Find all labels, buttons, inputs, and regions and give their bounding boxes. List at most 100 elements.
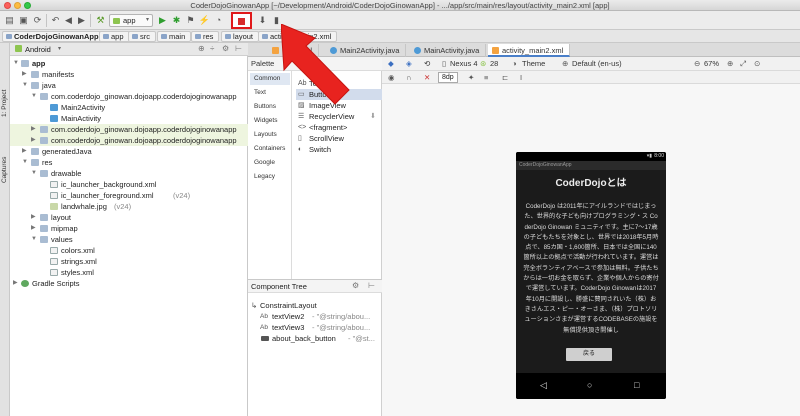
tree-item[interactable]: Ab textView2 - "@string/abou... xyxy=(248,311,382,322)
tree-item[interactable]: colors.xml xyxy=(10,245,248,256)
profile-icon[interactable]: ⚑ xyxy=(184,14,197,27)
collapse-all-icon[interactable]: ÷ xyxy=(210,44,214,53)
apply-changes-icon[interactable]: ⚡ xyxy=(198,14,211,27)
palette-widget[interactable]: ☰ RecyclerView ⬇ xyxy=(296,111,382,122)
tree-item[interactable]: ▶ com.coderdojo_ginowan.dojoapp.coderdoj… xyxy=(10,124,248,135)
sync-icon[interactable]: ⟳ xyxy=(31,14,44,27)
collapse-icon[interactable]: ▶ xyxy=(31,124,36,135)
expand-icon[interactable]: ▼ xyxy=(22,157,28,168)
default-margin-selector[interactable]: 8dp xyxy=(438,72,458,83)
download-icon[interactable]: ⬇ xyxy=(370,111,376,122)
palette-category[interactable]: Google xyxy=(250,157,290,169)
project-view-selector[interactable]: Android xyxy=(25,45,51,54)
tree-item[interactable]: ▼ drawable xyxy=(10,168,248,179)
tree-item[interactable]: ▶ generatedJava xyxy=(10,146,248,157)
api-level-selector[interactable]: 28 xyxy=(490,57,498,71)
tree-item[interactable]: strings.xml xyxy=(10,256,248,267)
tree-item[interactable]: ▼ app xyxy=(10,58,248,69)
tree-item[interactable]: about_back_button - "@st... xyxy=(248,333,382,344)
tree-item[interactable]: ▶ manifests xyxy=(10,69,248,80)
tree-item[interactable]: MainActivity xyxy=(10,113,248,124)
tree-item[interactable]: styles.xml xyxy=(10,267,248,278)
phone-preview[interactable]: ▾▮ 8:00 CoderDojoGinowanApp CoderDojoとは … xyxy=(516,152,666,399)
blueprint-icon[interactable]: ◈ xyxy=(406,57,412,71)
expand-icon[interactable]: ▼ xyxy=(31,234,37,245)
align-icon[interactable]: ⊏ xyxy=(502,71,508,84)
expand-icon[interactable]: ▼ xyxy=(22,80,28,91)
locale-selector[interactable]: Default (en-us) xyxy=(572,57,622,71)
open-folder-icon[interactable]: ▤ xyxy=(3,14,16,27)
tree-item[interactable]: ▶ com.coderdojo_ginowan.dojoapp.coderdoj… xyxy=(10,135,248,146)
about-title-text[interactable]: CoderDojoとは xyxy=(516,174,666,189)
gear-icon[interactable]: ⚙ xyxy=(352,281,359,290)
pack-icon[interactable]: ≡ xyxy=(484,71,488,84)
tree-item[interactable]: ▶ mipmap xyxy=(10,223,248,234)
stop-button[interactable] xyxy=(231,12,252,29)
sync-scroll-icon[interactable]: ⊕ xyxy=(198,44,205,53)
run-icon[interactable]: ▶ xyxy=(156,14,169,27)
collapse-icon[interactable]: ▶ xyxy=(31,223,36,234)
build-hammer-icon[interactable]: ⚒ xyxy=(94,14,107,27)
tree-item[interactable]: ▼ com.coderdojo_ginowan.dojoapp.coderdoj… xyxy=(10,91,248,102)
about-body-text[interactable]: CoderDojo は2011年にアイルランドではじまった、世界的な子ども向けプ… xyxy=(523,202,659,345)
tab-activity-main2-xml[interactable]: activity_main2.xml xyxy=(488,44,571,57)
chevron-down-icon[interactable]: ▾ xyxy=(58,45,61,52)
save-icon[interactable]: ▣ xyxy=(17,14,30,27)
tree-item[interactable]: ic_launcher_foreground.xml (v24) xyxy=(10,190,248,201)
gear-icon[interactable]: ⚙ xyxy=(222,44,229,53)
tree-item[interactable]: ic_launcher_background.xml xyxy=(10,179,248,190)
breadcrumb-project[interactable]: CoderDojoGinowanApp xyxy=(2,31,105,42)
refresh-icon[interactable]: ⊙ xyxy=(754,57,760,71)
collapse-icon[interactable]: ▶ xyxy=(31,135,36,146)
zoom-in-icon[interactable]: ⊕ xyxy=(727,57,733,71)
breadcrumb-res[interactable]: res xyxy=(191,31,220,42)
attach-debugger-icon[interactable]: ◔ xyxy=(212,14,225,27)
palette-category[interactable]: Containers xyxy=(250,143,290,155)
collapse-icon[interactable]: ▶ xyxy=(13,278,18,289)
tree-item[interactable]: ▶ Gradle Scripts xyxy=(10,278,248,289)
expand-icon[interactable]: ▼ xyxy=(31,91,37,102)
tree-item[interactable]: ▼ res xyxy=(10,157,248,168)
run-config-selector[interactable]: app ▾ xyxy=(109,14,153,27)
layers-icon[interactable]: ◆ xyxy=(388,57,394,71)
palette-widget[interactable]: <> <fragment> xyxy=(296,122,382,133)
tree-item[interactable]: ▶ layout xyxy=(10,212,248,223)
hide-panel-icon[interactable]: ⊢ xyxy=(235,44,242,53)
tree-item[interactable]: Ab textView3 - "@string/abou... xyxy=(248,322,382,333)
tree-item[interactable]: Main2Activity xyxy=(10,102,248,113)
expand-icon[interactable]: ▼ xyxy=(13,58,19,69)
palette-category[interactable]: Layouts xyxy=(250,129,290,141)
zoom-to-fit-icon[interactable]: ⤢ xyxy=(740,57,746,71)
eye-icon[interactable]: ◉ xyxy=(388,71,395,84)
infer-constraints-icon[interactable]: ✦ xyxy=(468,71,474,84)
orientation-icon[interactable]: ⟲ xyxy=(424,57,430,71)
tree-item[interactable]: ↳ ConstraintLayout xyxy=(248,300,382,311)
about-back-button[interactable]: 戻る xyxy=(566,348,612,361)
guidelines-icon[interactable]: I xyxy=(520,71,522,84)
palette-widget[interactable]: ▯ ScrollView xyxy=(296,133,382,144)
collapse-icon[interactable]: ▶ xyxy=(22,146,27,157)
back-icon[interactable]: ◀ xyxy=(62,14,75,27)
breadcrumb-app[interactable]: app xyxy=(99,31,130,42)
palette-category[interactable]: Legacy xyxy=(250,171,290,183)
breadcrumb-src[interactable]: src xyxy=(128,31,156,42)
tree-item[interactable]: landwhale.jpg (v24) xyxy=(10,201,248,212)
expand-icon[interactable]: ▼ xyxy=(31,168,37,179)
palette-category[interactable]: Widgets xyxy=(250,115,290,127)
collapse-icon[interactable]: ▶ xyxy=(22,69,27,80)
captures-tool-tab[interactable]: Captures xyxy=(1,157,8,183)
device-selector[interactable]: Nexus 4 xyxy=(450,57,478,71)
tree-item[interactable]: ▼ values xyxy=(10,234,248,245)
zoom-out-icon[interactable]: ⊖ xyxy=(694,57,700,71)
undo-icon[interactable]: ↶ xyxy=(49,14,62,27)
debug-icon[interactable]: ✱ xyxy=(170,14,183,27)
clear-constraints-icon[interactable]: ✕ xyxy=(424,71,430,84)
breadcrumb-layout[interactable]: layout xyxy=(221,31,260,42)
palette-widget[interactable]: ◐ Switch xyxy=(296,144,382,155)
collapse-icon[interactable]: ▶ xyxy=(31,212,36,223)
theme-selector[interactable]: Theme xyxy=(522,57,545,71)
hide-panel-icon[interactable]: ⊢ xyxy=(368,281,375,290)
breadcrumb-main[interactable]: main xyxy=(157,31,192,42)
forward-icon[interactable]: ▶ xyxy=(75,14,88,27)
project-tool-tab[interactable]: 1: Project xyxy=(1,90,8,117)
